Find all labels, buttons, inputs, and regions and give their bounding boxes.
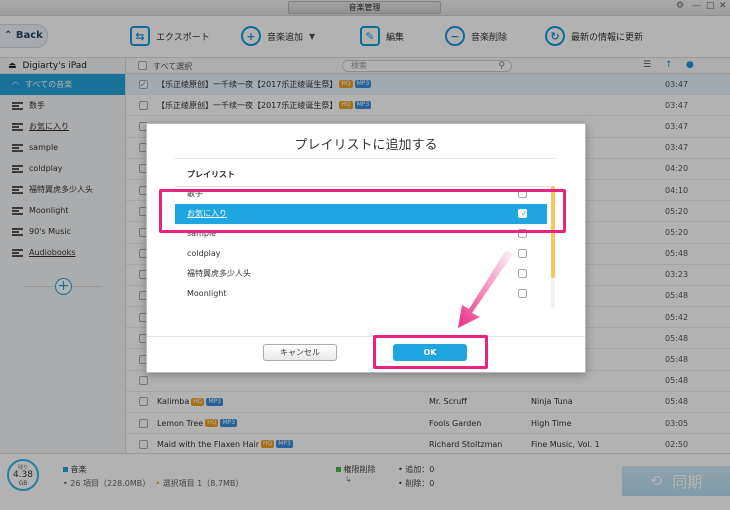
- annotation-arrow: [458, 250, 513, 328]
- arrow-shape: [458, 250, 513, 328]
